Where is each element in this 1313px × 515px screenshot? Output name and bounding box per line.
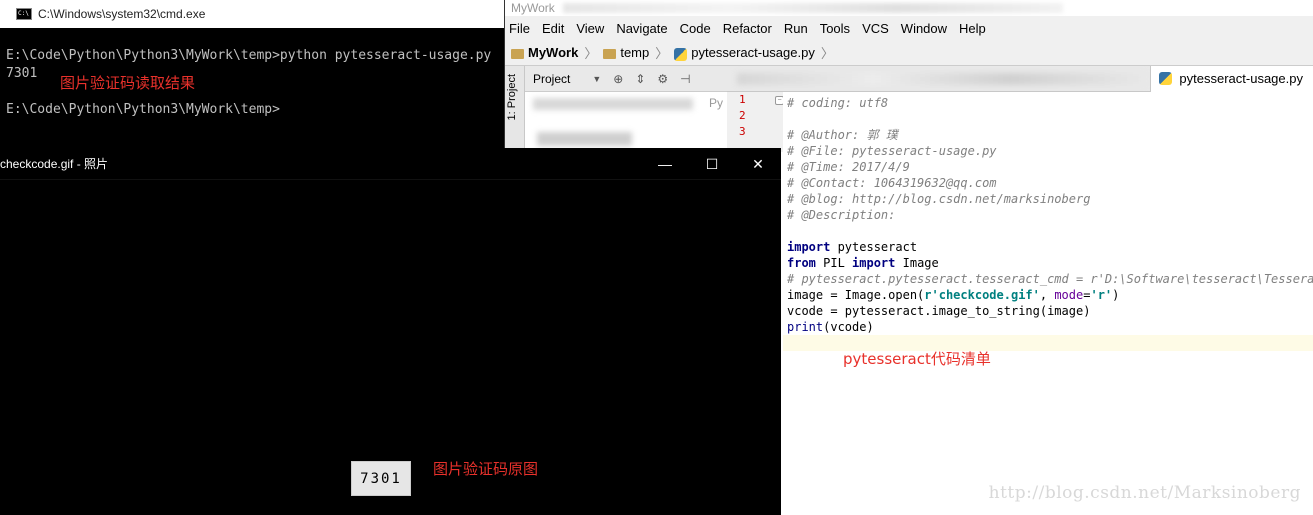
locate-icon[interactable]: ⊕ [613,72,623,86]
menu-tools[interactable]: Tools [820,21,850,36]
captcha-image: 7301 [351,461,411,496]
minimize-button[interactable]: — [642,148,688,180]
menu-navigate[interactable]: Navigate [616,21,667,36]
code-line: # @File: pytesseract-usage.py [787,144,997,158]
python-file-icon [1159,72,1173,85]
code-line: vcode = pytesseract.image_to_string(imag… [787,304,1091,318]
editor-tab-bar: pytesseract-usage.py [727,66,1313,92]
menu-view[interactable]: View [576,21,604,36]
folder-icon [603,48,617,59]
menu-refactor[interactable]: Refactor [723,21,772,36]
dropdown-arrow-icon[interactable]: ▼ [592,74,601,84]
tool-window-strip: 1: Project [503,66,525,156]
menu-file[interactable]: File [509,21,530,36]
breadcrumb-folder[interactable]: temp [620,45,649,60]
close-button[interactable]: ✕ [735,148,781,180]
breadcrumb-file[interactable]: pytesseract-usage.py [691,45,815,60]
code-line: image = Image.open(r'checkcode.gif', mod… [787,288,1120,302]
tree-item-partial: Py [709,96,724,110]
ide-titlebar: MyWork [503,0,1313,16]
blurred-tabs [737,73,1147,85]
code-line: import pytesseract [787,240,918,254]
tab-label: pytesseract-usage.py [1179,71,1303,86]
blurred-tree-item [533,98,693,110]
line-number: 2 [739,109,746,122]
chevron-right-icon: 〉 [820,46,834,61]
cmd-title: C:\Windows\system32\cmd.exe [38,7,206,21]
viewer-title: checkcode.gif - 照片 [0,157,109,171]
viewer-annotation: 图片验证码原图 [433,460,539,478]
code-line: # @Author: 郭 璞 [787,128,898,142]
project-tool-tab[interactable]: 1: Project [506,74,518,120]
line-number: 3 [739,125,746,138]
code-line: # @Time: 2017/4/9 [787,160,910,174]
cmd-window: C:\Windows\system32\cmd.exe E:\Code\Pyth… [0,0,505,160]
menu-code[interactable]: Code [680,21,711,36]
cmd-prompt[interactable]: E:\Code\Python\Python3\MyWork\temp> [6,102,280,117]
cmd-output: 7301 [6,66,38,81]
collapse-icon[interactable]: ⇕ [635,72,645,86]
code-line: from PIL import Image [787,256,939,270]
code-line: # @blog: http://blog.csdn.net/marksinobe… [787,192,1091,206]
code-line: # @Contact: 1064319632@qq.com [787,176,997,190]
cmd-line: E:\Code\Python\Python3\MyWork\temp>pytho… [6,48,492,63]
breadcrumb: MyWork 〉 temp 〉 pytesseract-usage.py 〉 [503,40,1313,66]
menu-vcs[interactable]: VCS [862,21,889,36]
tab-pytesseract-usage[interactable]: pytesseract-usage.py [1150,66,1313,92]
menu-bar: File Edit View Navigate Code Refactor Ru… [503,16,1313,40]
photo-viewer-window: checkcode.gif - 照片 — ☐ ✕ 7301 图片验证码原图 [0,148,781,515]
project-tree: Py [525,92,727,150]
code-text: # coding: utf8 # @Author: 郭 璞 # @File: py… [787,95,1313,335]
project-panel-title[interactable]: Project [533,72,570,86]
watermark: http://blog.csdn.net/Marksinoberg [988,483,1301,503]
menu-edit[interactable]: Edit [542,21,564,36]
code-editor[interactable]: # coding: utf8 # @Author: 郭 璞 # @File: py… [783,92,1313,515]
ide-title: MyWork [511,1,555,15]
blurred-title-path [562,3,1063,13]
code-line: # pytesseract.pytesseract.tesseract_cmd … [787,272,1313,286]
gear-icon[interactable]: ⚙ [657,72,668,86]
console-icon [16,8,32,20]
maximize-button[interactable]: ☐ [689,148,735,180]
cmd-titlebar: C:\Windows\system32\cmd.exe [0,0,504,28]
folder-icon [511,48,524,59]
code-line: # @Description: [787,208,896,222]
project-panel-header: Project ▼ ⊕ ⇕ ⚙ ⊣ [525,66,727,92]
chevron-right-icon: 〉 [584,46,598,61]
blurred-tree-item [537,132,632,146]
menu-window[interactable]: Window [901,21,947,36]
menu-help[interactable]: Help [959,21,986,36]
code-line: # coding: utf8 [787,96,889,110]
chevron-right-icon: 〉 [655,46,669,61]
python-file-icon [674,48,688,61]
code-line: print(vcode) [787,320,874,334]
breadcrumb-project[interactable]: MyWork [528,45,578,60]
hide-icon[interactable]: ⊣ [680,72,690,86]
code-annotation: pytesseract代码清单 [843,350,991,368]
cmd-annotation: 图片验证码读取结果 [60,74,196,92]
menu-run[interactable]: Run [784,21,808,36]
